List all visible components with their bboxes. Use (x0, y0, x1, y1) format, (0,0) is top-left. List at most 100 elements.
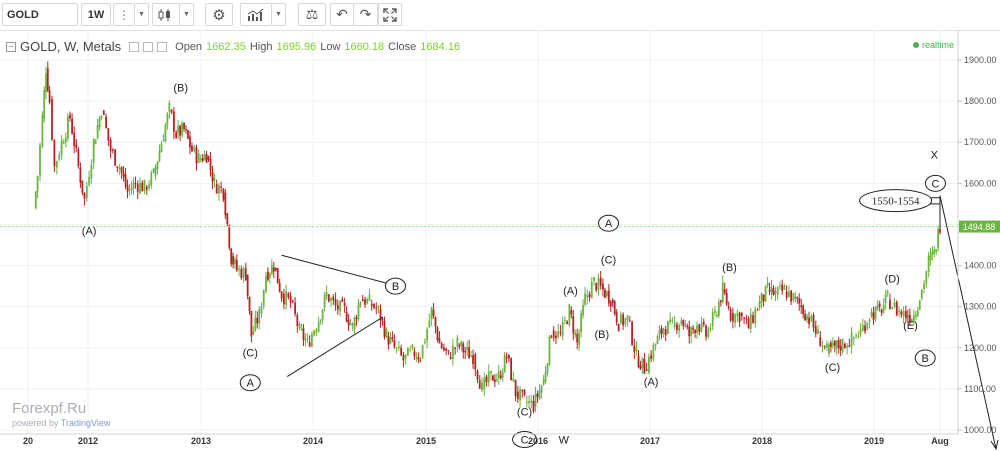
candle-body (308, 342, 311, 347)
chart-area[interactable]: 1550-1554 (A) (B) (C) A B (C) C W (A) A (C) (B) (A) (B… (0, 30, 1000, 451)
candle-body (154, 167, 157, 177)
candle-body (804, 313, 807, 321)
candle-body (64, 137, 67, 143)
candle-body (191, 145, 193, 152)
redo-icon: ↷ (359, 6, 372, 22)
candle-body (576, 333, 579, 343)
wave-label: (B) (595, 329, 610, 341)
candle-body (454, 347, 457, 349)
interval-button[interactable]: 1W (81, 3, 111, 26)
candle-body (430, 307, 433, 320)
collapse-icon[interactable]: − (6, 41, 16, 52)
candle-body (377, 305, 380, 308)
wave-label: A (605, 218, 613, 230)
candle-body (709, 327, 712, 330)
tradingview-link[interactable]: TradingView (61, 418, 111, 428)
chart-style-button[interactable] (152, 3, 180, 26)
candle-body (810, 316, 813, 321)
candle-body (740, 313, 743, 317)
candle-body (315, 329, 318, 333)
candle-body (895, 301, 898, 316)
candle-body (451, 345, 454, 359)
candle-body (588, 293, 591, 298)
candle-body (806, 315, 808, 320)
candle-body (787, 291, 790, 297)
candle-body (700, 322, 703, 332)
candle-body (530, 400, 533, 403)
candle-body (582, 304, 584, 316)
candle-body (876, 304, 879, 309)
time-tick-label: 2019 (864, 436, 884, 446)
candle-body (783, 285, 786, 290)
candle-body (107, 128, 110, 141)
candle-body (51, 99, 53, 140)
candle-body (244, 268, 247, 281)
candle-body (211, 172, 214, 182)
candle-body (808, 317, 810, 324)
candle-body (870, 311, 873, 317)
undo-button[interactable]: ↶ (330, 3, 354, 26)
candle-body (688, 326, 691, 337)
candle-body (540, 385, 543, 393)
candle-body (734, 314, 737, 324)
candle-body (727, 306, 730, 308)
caret-down-icon: ▼ (275, 11, 282, 18)
interval-dropdown-button[interactable]: ▼ (135, 3, 149, 26)
candle-body (542, 379, 545, 386)
candle-body (347, 320, 350, 326)
candle-body (114, 149, 117, 166)
candle-body (345, 311, 348, 322)
candle-body (613, 301, 616, 314)
candle-body (812, 315, 815, 328)
watermark-powered: powered by TradingView (12, 418, 110, 428)
candle-body (578, 332, 581, 346)
candle-body (846, 345, 849, 348)
candle-body (935, 249, 938, 252)
hide-icon[interactable] (143, 41, 154, 52)
candle-body (268, 273, 271, 279)
candle-body (343, 302, 346, 307)
candle-body (643, 358, 646, 374)
chart-style-dropdown[interactable]: ▼ (180, 3, 194, 26)
candle-body (861, 324, 864, 331)
candle-body (109, 139, 112, 152)
settings-small-icon[interactable] (129, 41, 140, 52)
candle-body (274, 267, 277, 271)
candle-body (43, 90, 46, 119)
candle-body (490, 370, 492, 374)
candle-body (177, 126, 180, 134)
candle-body (215, 184, 218, 194)
more-intervals-button[interactable]: ⋮ (113, 3, 135, 26)
projection-line (939, 195, 997, 450)
price-chart[interactable]: 1550-1554 (A) (B) (C) A B (C) C W (A) A (C) (B) (A) (B… (0, 30, 1000, 451)
candle-body (857, 336, 860, 338)
indicators-dropdown[interactable]: ▼ (272, 3, 286, 26)
candle-body (462, 343, 465, 353)
symbol-input[interactable]: GOLD (2, 3, 78, 26)
candle-body (458, 344, 461, 347)
candle-body (821, 345, 824, 347)
candle-body (859, 329, 862, 335)
candle-body (189, 136, 191, 148)
close-icon[interactable] (157, 41, 168, 52)
wave-label: (B) (173, 83, 188, 95)
candle-body (667, 321, 669, 334)
candle-body (886, 290, 889, 294)
wave-label: (C) (243, 348, 258, 360)
candle-body (226, 213, 229, 224)
candle-body (675, 324, 678, 331)
candle-body (456, 337, 459, 347)
redo-button[interactable]: ↷ (354, 3, 378, 26)
settings-button[interactable]: ⚙ (205, 3, 233, 26)
candle-body (143, 179, 146, 192)
candle-body (166, 113, 169, 126)
candle-body (361, 299, 364, 302)
compare-button[interactable]: ⚖ (298, 3, 326, 26)
candle-body (619, 314, 622, 324)
indicators-button[interactable] (240, 3, 272, 26)
fullscreen-button[interactable] (378, 3, 402, 26)
time-tick-label: 2018 (752, 436, 772, 446)
price-tick-label: 1200.00 (964, 343, 997, 353)
candle-body (387, 336, 390, 345)
candle-body (411, 344, 414, 349)
